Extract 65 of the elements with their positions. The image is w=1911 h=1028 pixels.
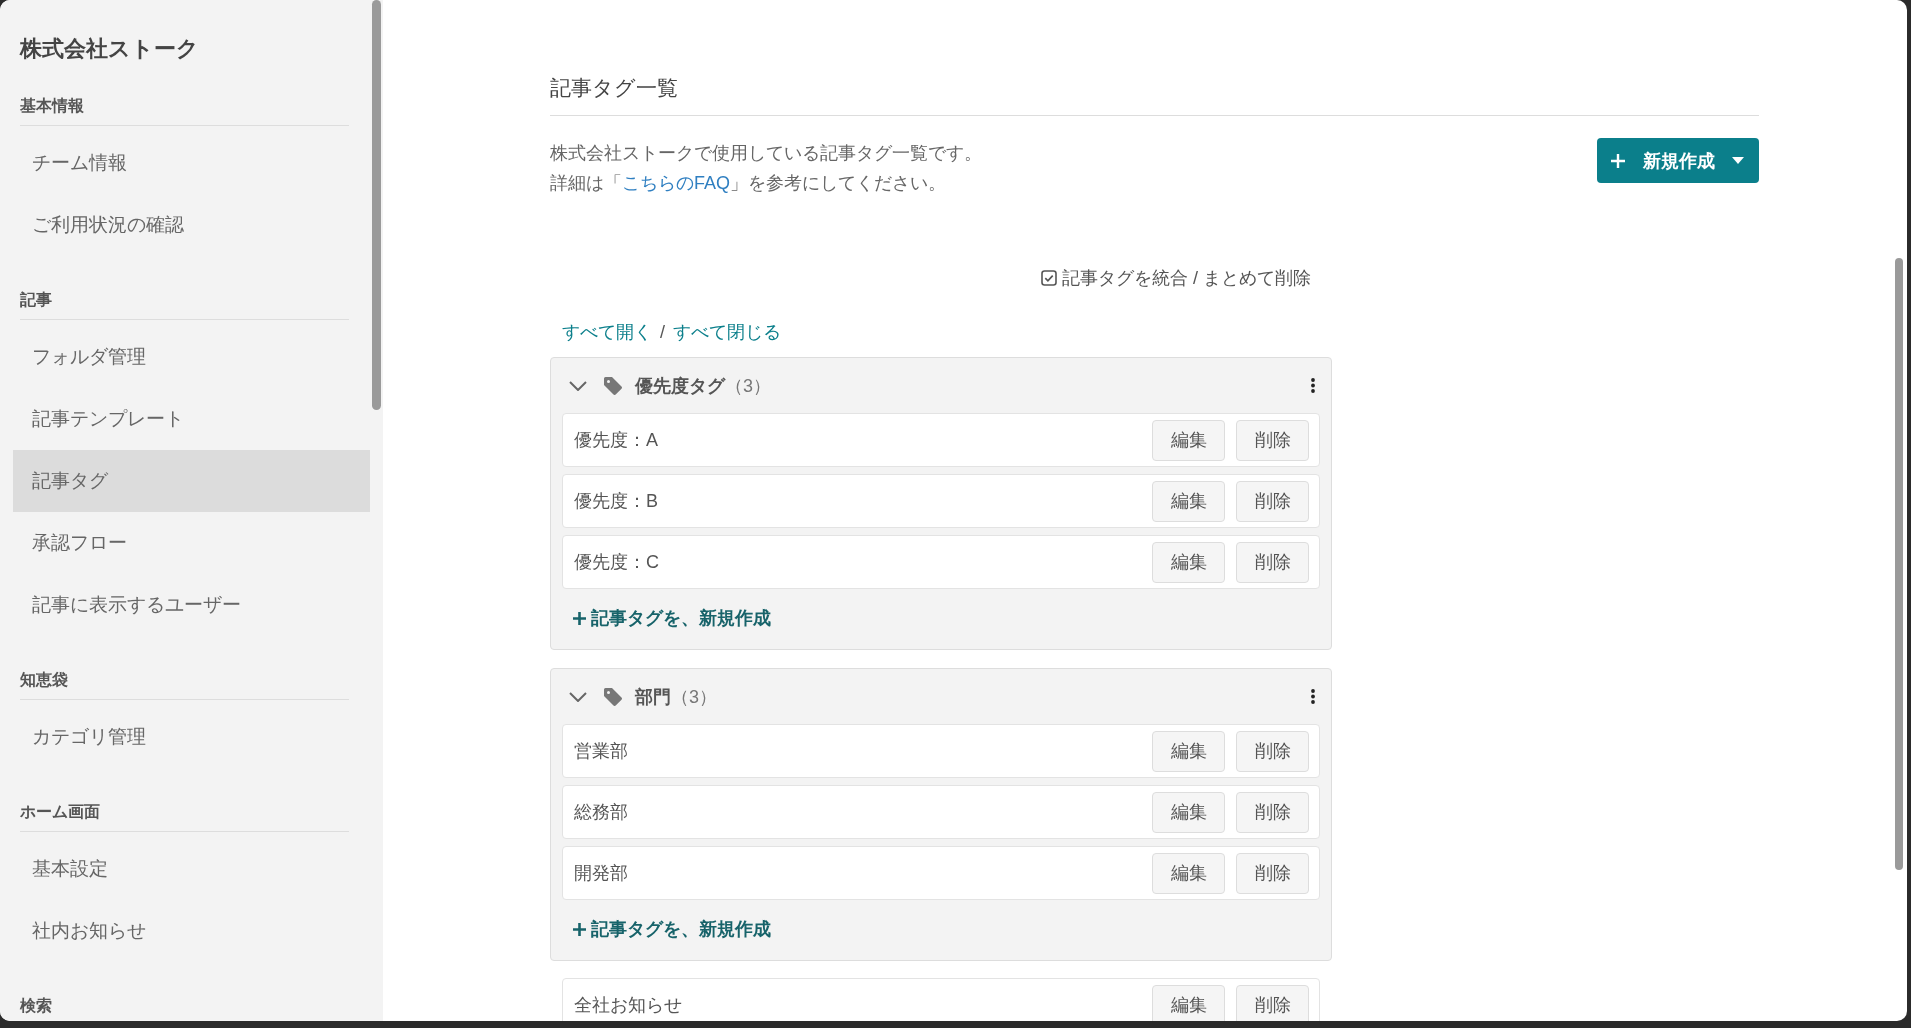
- delete-button[interactable]: 削除: [1236, 984, 1309, 1021]
- scrollbar-thumb[interactable]: [372, 0, 381, 410]
- sidebar-item[interactable]: チーム情報: [13, 132, 370, 194]
- separator-text: /: [660, 321, 665, 344]
- merge-delete-button[interactable]: 記事タグを統合 / まとめて削除: [1041, 265, 1311, 291]
- kebab-menu-icon[interactable]: [1311, 689, 1315, 704]
- sidebar-item[interactable]: 承認フロー: [13, 512, 370, 574]
- delete-button[interactable]: 削除: [1236, 480, 1309, 522]
- chevron-down-icon[interactable]: [569, 380, 587, 391]
- plus-icon: [1611, 153, 1625, 168]
- delete-button[interactable]: 削除: [1236, 541, 1309, 583]
- sidebar-item[interactable]: カテゴリ管理: [13, 706, 370, 768]
- delete-button[interactable]: 削除: [1236, 852, 1309, 894]
- tag-name: 総務部: [574, 801, 628, 824]
- check-square-icon: [1041, 270, 1057, 286]
- sidebar-item[interactable]: ご利用状況の確認: [13, 194, 370, 256]
- sidebar-item[interactable]: 社内お知らせ: [13, 900, 370, 962]
- tag-name: 優先度：C: [574, 551, 659, 574]
- delete-button[interactable]: 削除: [1236, 791, 1309, 833]
- faq-link[interactable]: こちらのFAQ: [622, 173, 730, 193]
- section-heading: 検索: [20, 996, 52, 1016]
- edit-button[interactable]: 編集: [1152, 419, 1225, 461]
- company-name: 株式会社ストーク: [20, 36, 199, 62]
- add-tag-link[interactable]: 記事タグを、新規作成: [573, 605, 771, 631]
- edit-button[interactable]: 編集: [1152, 852, 1225, 894]
- sidebar-item[interactable]: 記事テンプレート: [13, 388, 370, 450]
- sidebar-item[interactable]: 記事に表示するユーザー: [13, 574, 370, 636]
- edit-button[interactable]: 編集: [1152, 730, 1225, 772]
- tag-name: 優先度：A: [574, 429, 658, 452]
- scrollbar-thumb[interactable]: [1895, 258, 1903, 870]
- add-tag-link[interactable]: 記事タグを、新規作成: [573, 916, 771, 942]
- tag-count: （3）: [725, 374, 771, 398]
- sidebar-item[interactable]: 基本設定: [13, 838, 370, 900]
- edit-button[interactable]: 編集: [1152, 480, 1225, 522]
- plus-icon: [573, 611, 586, 625]
- edit-button[interactable]: 編集: [1152, 541, 1225, 583]
- description-text: 株式会社ストークで使用している記事タグ一覧です。: [550, 142, 982, 165]
- tag-name: 優先度：B: [574, 490, 658, 513]
- collapse-all-link[interactable]: すべて閉じる: [673, 319, 781, 345]
- new-create-button[interactable]: 新規作成: [1597, 138, 1759, 183]
- page-title: 記事タグ一覧: [550, 75, 678, 101]
- group-name: 部門: [635, 685, 671, 709]
- caret-down-icon: [1732, 157, 1744, 164]
- section-heading: ホーム画面: [20, 802, 100, 822]
- sidebar-item[interactable]: フォルダ管理: [13, 326, 370, 388]
- section-heading: 基本情報: [20, 96, 84, 116]
- edit-button[interactable]: 編集: [1152, 791, 1225, 833]
- tag-icon: [604, 376, 622, 395]
- chevron-down-icon[interactable]: [569, 691, 587, 702]
- expand-all-link[interactable]: すべて開く: [562, 319, 652, 345]
- tag-icon: [604, 687, 622, 706]
- kebab-menu-icon[interactable]: [1311, 378, 1315, 393]
- edit-button[interactable]: 編集: [1152, 984, 1225, 1021]
- delete-button[interactable]: 削除: [1236, 419, 1309, 461]
- description-text: 詳細は「こちらのFAQ」を参考にしてください。: [550, 172, 946, 195]
- tag-name: 営業部: [574, 740, 628, 763]
- tag-count: （3）: [671, 685, 717, 709]
- section-heading: 記事: [20, 290, 52, 310]
- tag-name: 全社お知らせ: [574, 994, 682, 1017]
- tag-name: 開発部: [574, 862, 628, 885]
- section-heading: 知恵袋: [20, 670, 68, 690]
- plus-icon: [573, 922, 586, 936]
- sidebar-item[interactable]: 記事タグ: [13, 450, 370, 512]
- delete-button[interactable]: 削除: [1236, 730, 1309, 772]
- group-name: 優先度タグ: [635, 374, 725, 398]
